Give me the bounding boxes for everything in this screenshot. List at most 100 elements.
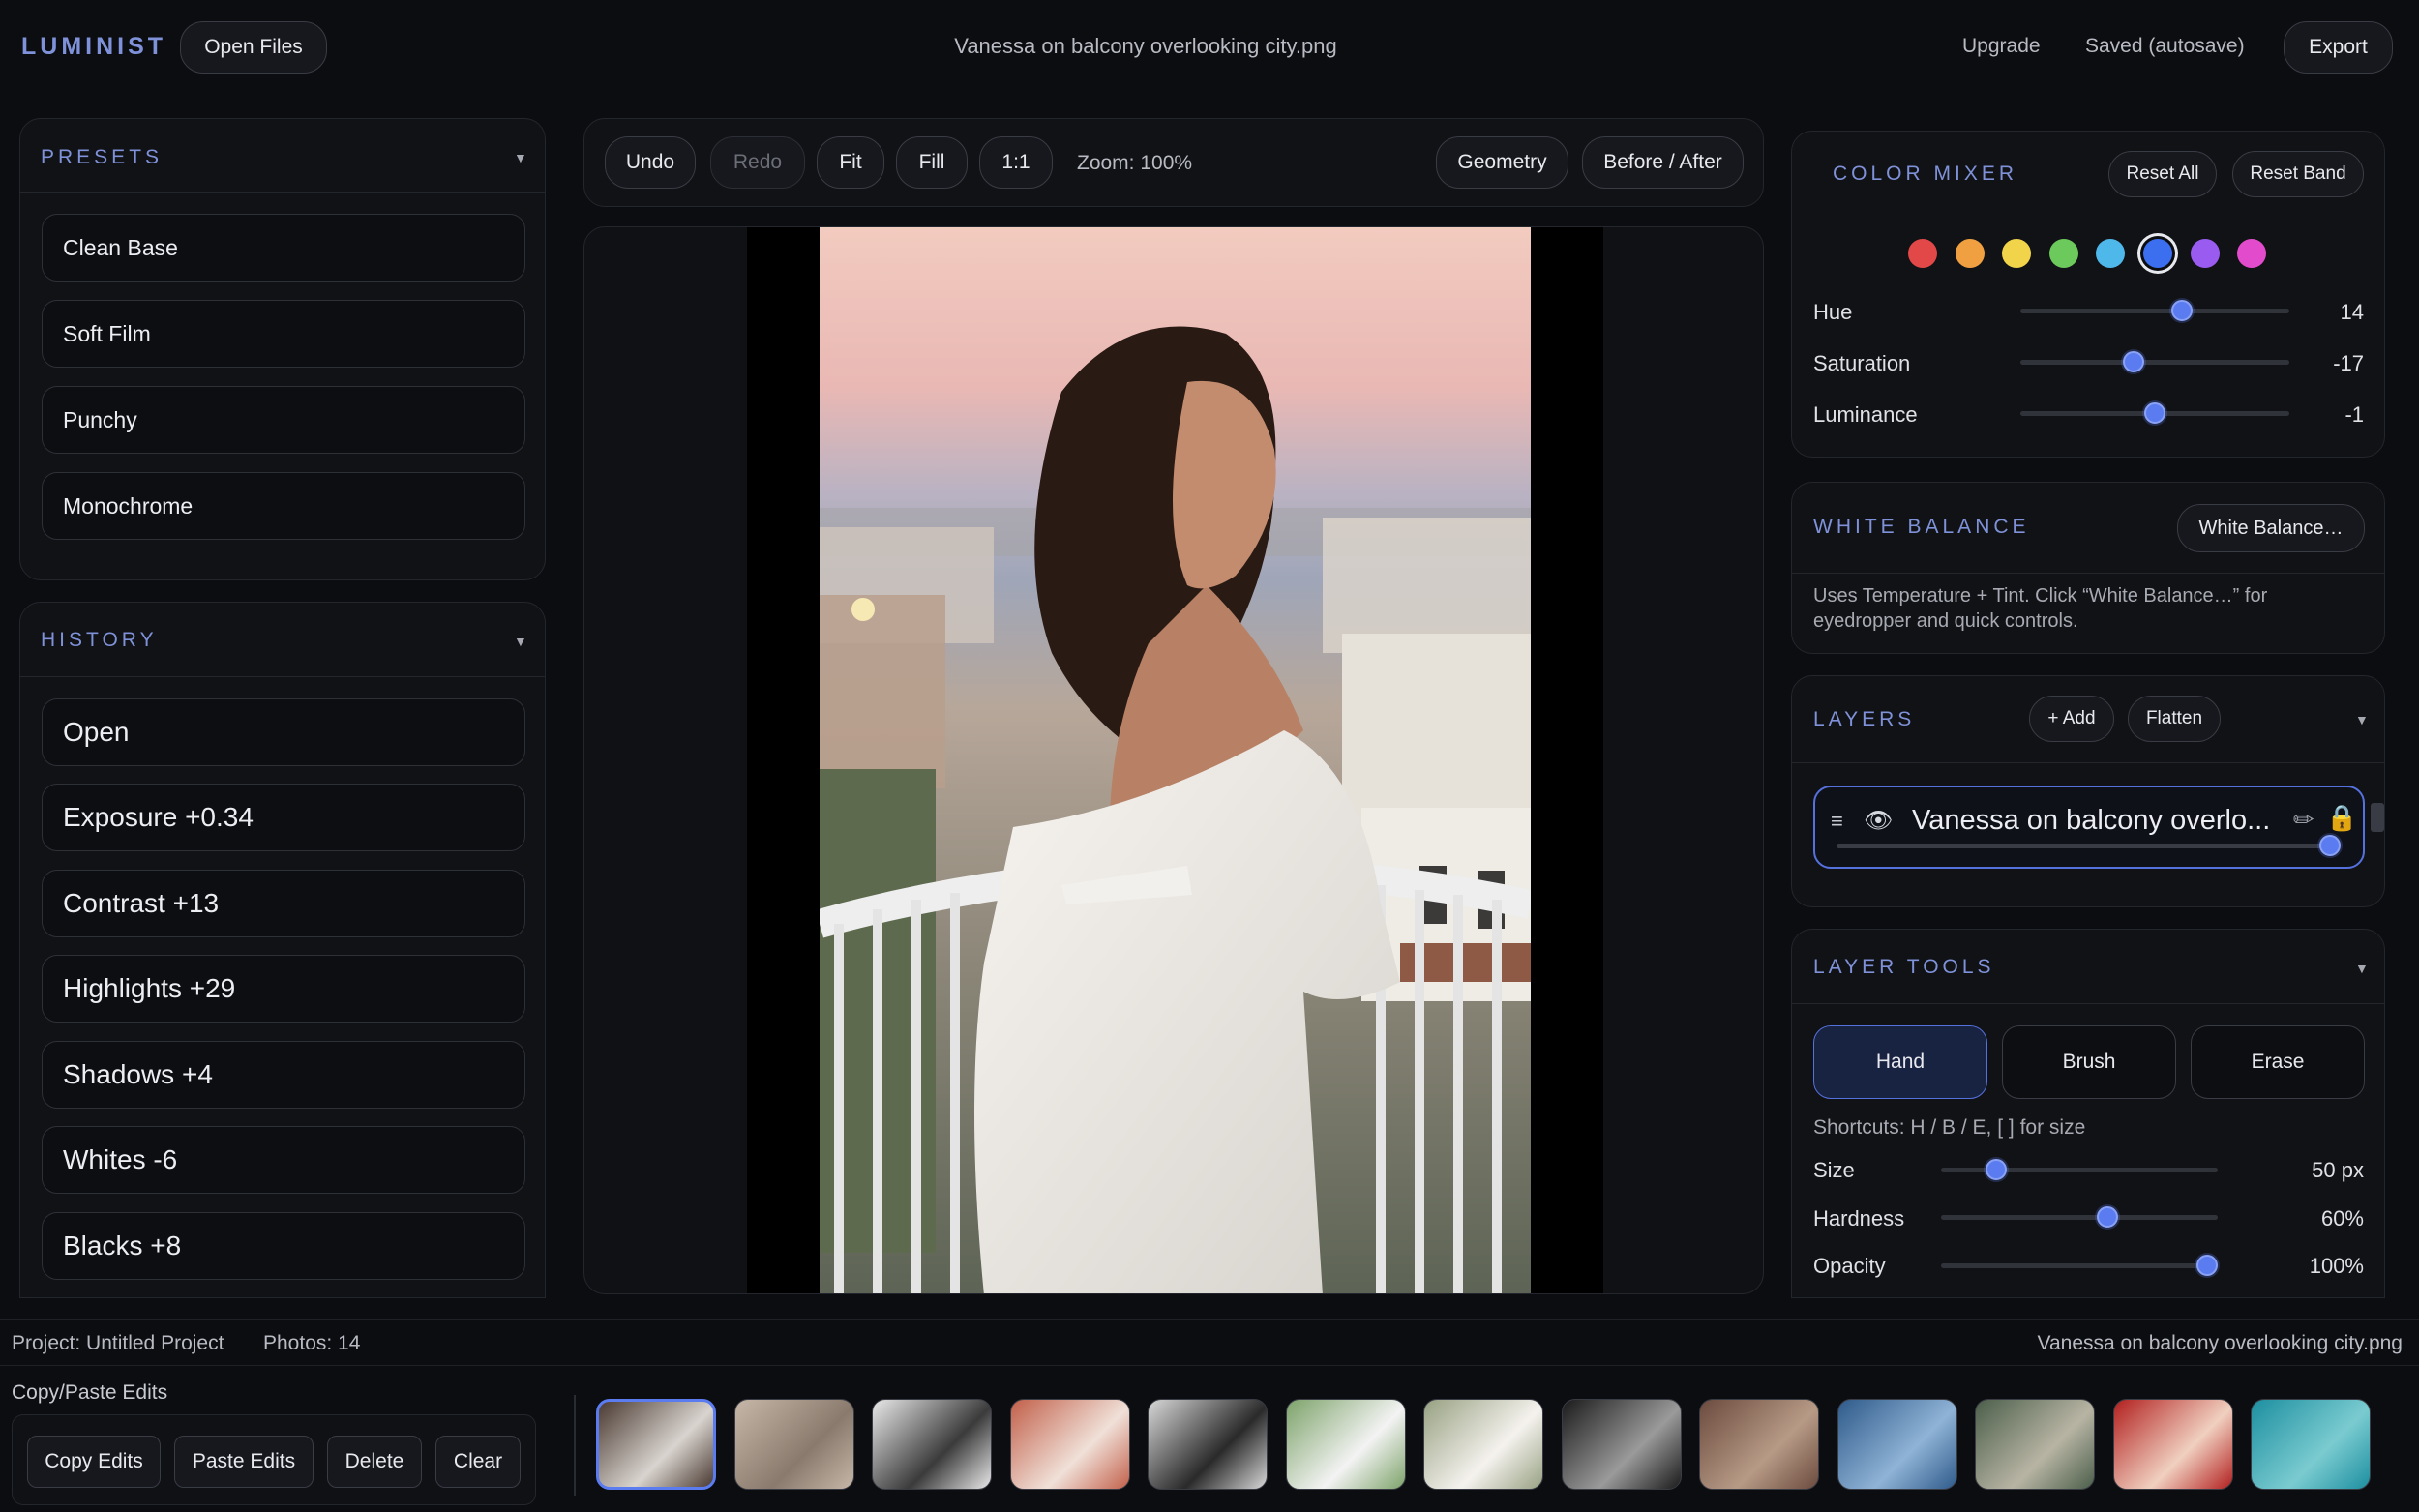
presets-panel: PRESETS ▼ Clean Base Soft Film Punchy Mo…: [19, 118, 546, 580]
history-item[interactable]: Exposure +0.34: [42, 784, 525, 851]
bride-outdoor-thumbnail[interactable]: [1285, 1399, 1406, 1490]
color-band-yellow-swatch[interactable]: [2002, 239, 2031, 268]
copy-edits-button[interactable]: Copy Edits: [27, 1436, 161, 1488]
color-mixer-title: COLOR MIXER: [1833, 163, 2018, 185]
layer-tools-title: LAYER TOOLS: [1813, 956, 1995, 978]
layers-collapse-icon[interactable]: ▼: [2355, 712, 2369, 727]
preset-item[interactable]: Soft Film: [42, 300, 525, 368]
eye-visibility-icon[interactable]: 👁: [1864, 807, 1893, 835]
layer-row[interactable]: ≡ 👁 Vanessa on balcony overlo... ✏ 🔒: [1813, 786, 2365, 869]
upgrade-link[interactable]: Upgrade: [1962, 35, 2041, 58]
history-item[interactable]: Blacks +8: [42, 1212, 525, 1280]
geometry-button[interactable]: Geometry: [1436, 136, 1568, 189]
color-band-red-swatch[interactable]: [1908, 239, 1937, 268]
reset-all-button[interactable]: Reset All: [2108, 151, 2217, 197]
flatten-button[interactable]: Flatten: [2128, 696, 2221, 742]
bw-hands-thumbnail[interactable]: [1148, 1399, 1268, 1490]
redo-button[interactable]: Redo: [710, 136, 805, 189]
history-item[interactable]: Shadows +4: [42, 1041, 525, 1109]
brush-hardness-handle[interactable]: [2096, 1206, 2118, 1228]
layers-panel: LAYERS + Add Flatten ▼ ≡ 👁 Vanessa on ba…: [1791, 675, 2385, 907]
city-aerial-thumbnail[interactable]: [1975, 1399, 2095, 1490]
export-button[interactable]: Export: [2284, 21, 2393, 74]
building-thumbnail[interactable]: [1699, 1399, 1819, 1490]
drag-handle-icon[interactable]: ≡: [1831, 809, 1843, 834]
canvas-area[interactable]: [583, 226, 1764, 1294]
layer-opacity-slider[interactable]: [1837, 844, 2340, 848]
bridal-party-thumbnail[interactable]: [1009, 1399, 1130, 1490]
layer-tools-collapse-icon[interactable]: ▼: [2355, 961, 2369, 976]
luminance-value: -1: [2344, 402, 2364, 427]
color-band-magenta-swatch[interactable]: [2237, 239, 2266, 268]
layer-name[interactable]: Vanessa on balcony overlo...: [1912, 805, 2270, 837]
before-after-button[interactable]: Before / After: [1582, 136, 1744, 189]
opacity-label: Opacity: [1813, 1254, 1886, 1278]
reset-band-button[interactable]: Reset Band: [2232, 151, 2364, 197]
color-band-purple-swatch[interactable]: [2191, 239, 2220, 268]
bouquet-thumbnail[interactable]: [1423, 1399, 1543, 1490]
brush-opacity-slider[interactable]: [1941, 1263, 2218, 1268]
history-item[interactable]: Highlights +29: [42, 955, 525, 1023]
photo-canvas[interactable]: [820, 227, 1531, 1294]
fill-button[interactable]: Fill: [896, 136, 968, 189]
filmstrip[interactable]: [581, 1389, 2419, 1501]
color-band-orange-swatch[interactable]: [1956, 239, 1985, 268]
saturation-slider[interactable]: [2020, 360, 2289, 365]
history-item[interactable]: Open: [42, 698, 525, 766]
red-car-thumbnail[interactable]: [2112, 1399, 2233, 1490]
luminance-slider-handle[interactable]: [2144, 402, 2165, 424]
saturation-value: -17: [2333, 351, 2364, 375]
delete-button[interactable]: Delete: [327, 1436, 422, 1488]
size-label: Size: [1813, 1158, 1855, 1182]
layer-scroll-tab[interactable]: [2371, 803, 2384, 832]
saturation-label: Saturation: [1813, 351, 1911, 375]
hardness-value: 60%: [2320, 1206, 2364, 1230]
clear-button[interactable]: Clear: [435, 1436, 521, 1488]
color-band-green-swatch[interactable]: [2049, 239, 2078, 268]
hue-label: Hue: [1813, 300, 1853, 324]
saturation-slider-handle[interactable]: [2122, 351, 2144, 372]
app-logo: LUMINIST: [21, 33, 167, 60]
brush-opacity-handle[interactable]: [2195, 1255, 2218, 1276]
save-status: Saved (autosave): [2085, 35, 2245, 57]
history-collapse-icon[interactable]: ▼: [514, 634, 527, 649]
preset-item[interactable]: Clean Base: [42, 214, 525, 282]
tool-shortcuts-hint: Shortcuts: H / B / E, [ ] for size: [1813, 1116, 2086, 1139]
copy-paste-title: Copy/Paste Edits: [12, 1381, 168, 1404]
one-to-one-button[interactable]: 1:1: [979, 136, 1053, 189]
city-river-thumbnail[interactable]: [1837, 1399, 1957, 1490]
paste-edits-button[interactable]: Paste Edits: [174, 1436, 314, 1488]
hue-slider[interactable]: [2020, 309, 2289, 313]
color-band-aqua-swatch[interactable]: [2096, 239, 2125, 268]
brush-tool-button[interactable]: Brush: [2002, 1025, 2176, 1099]
preset-item[interactable]: Monochrome: [42, 472, 525, 540]
portrait-thumbnail[interactable]: [596, 1399, 716, 1490]
fit-button[interactable]: Fit: [817, 136, 884, 189]
edit-pencil-icon[interactable]: ✏: [2293, 805, 2314, 835]
size-value: 50 px: [2312, 1158, 2364, 1182]
white-balance-panel: WHITE BALANCE White Balance… Uses Temper…: [1791, 482, 2385, 654]
history-panel: HISTORY ▼ Open Exposure +0.34 Contrast +…: [19, 602, 546, 1298]
add-layer-button[interactable]: + Add: [2029, 696, 2114, 742]
undo-button[interactable]: Undo: [605, 136, 696, 189]
musician-thumbnail[interactable]: [1561, 1399, 1682, 1490]
hand-tool-button[interactable]: Hand: [1813, 1025, 1987, 1099]
current-file-name: Vanessa on balcony overlooking city.png: [2037, 1332, 2403, 1354]
preset-item[interactable]: Punchy: [42, 386, 525, 454]
erase-tool-button[interactable]: Erase: [2191, 1025, 2365, 1099]
color-band-blue-swatch[interactable]: [2143, 239, 2172, 268]
open-files-button[interactable]: Open Files: [180, 21, 327, 74]
presets-collapse-icon[interactable]: ▼: [514, 150, 527, 165]
rings-thumbnail[interactable]: [733, 1399, 854, 1490]
history-item[interactable]: Whites -6: [42, 1126, 525, 1194]
bw-dress-thumbnail[interactable]: [872, 1399, 992, 1490]
brush-size-slider[interactable]: [1941, 1168, 2218, 1172]
white-balance-button[interactable]: White Balance…: [2177, 504, 2365, 552]
hue-slider-handle[interactable]: [2170, 300, 2193, 321]
luminance-label: Luminance: [1813, 402, 1918, 427]
history-item[interactable]: Contrast +13: [42, 870, 525, 937]
coast-thumbnail[interactable]: [2251, 1399, 2371, 1490]
brush-hardness-slider[interactable]: [1941, 1215, 2218, 1220]
lock-icon[interactable]: 🔒: [2326, 803, 2357, 833]
layer-opacity-handle[interactable]: [2318, 835, 2341, 856]
